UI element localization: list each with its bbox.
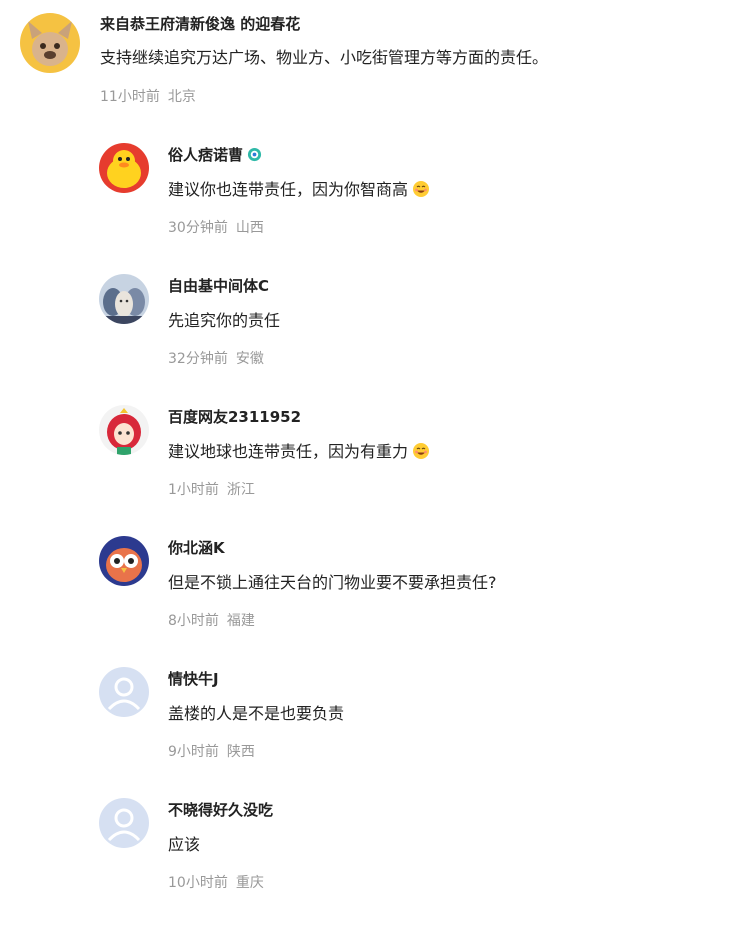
reply-item: 自由基中间体C 先追究你的责任 32分钟前 安徽 (0, 261, 729, 381)
owl-avatar[interactable] (99, 536, 149, 586)
comment-username[interactable]: 自由基中间体C (168, 276, 269, 296)
username-text[interactable]: 俗人痞诺曹 (168, 146, 243, 164)
comment-location: 陕西 (226, 744, 255, 760)
comment-time: 30分钟前 (168, 220, 228, 236)
comment-username[interactable]: 你北涵K (168, 538, 225, 558)
comment-meta: 1小时前 浙江 (168, 480, 255, 500)
comment-text-content: 建议你也连带责任，因为你智商高 (168, 180, 409, 199)
comment-location: 北京 (167, 89, 196, 105)
comment-text-content: 建议地球也连带责任，因为有重力 (168, 442, 409, 461)
comment-location: 重庆 (235, 875, 264, 891)
comment-location: 山西 (235, 220, 264, 236)
top-comment: 来自恭王府清新俊逸 的迎春花 支持继续追究万达广场、物业方、小吃街管理方等方面的… (0, 0, 729, 120)
yellow-duck-avatar[interactable] (99, 143, 149, 193)
comment-text: 应该 (168, 835, 201, 854)
default-user-avatar[interactable] (99, 798, 149, 848)
comment-text: 建议地球也连带责任，因为有重力 (168, 441, 430, 463)
default-user-avatar[interactable] (99, 667, 149, 717)
comment-time: 1小时前 (168, 482, 219, 498)
comment-text: 但是不锁上通往天台的门物业要不要承担责任? (168, 573, 497, 592)
comment-time: 32分钟前 (168, 351, 228, 367)
comment-meta: 30分钟前 山西 (168, 218, 264, 238)
grin-emoji-icon (413, 443, 430, 459)
comment-meta: 10小时前 重庆 (168, 873, 264, 893)
comment-meta: 8小时前 福建 (168, 611, 255, 631)
comment-location: 福建 (226, 613, 255, 629)
comment-meta: 9小时前 陕西 (168, 742, 255, 762)
comment-username[interactable]: 不晓得好久没吃 (168, 800, 273, 820)
comment-username[interactable]: 来自恭王府清新俊逸 的迎春花 (100, 14, 300, 34)
reply-item: 俗人痞诺曹 建议你也连带责任，因为你智商高 30分钟前 山西 (0, 130, 729, 250)
comment-meta: 32分钟前 安徽 (168, 349, 264, 369)
comment-location: 浙江 (226, 482, 255, 498)
comment-username[interactable]: 百度网友2311952 (168, 407, 301, 427)
dog-avatar[interactable] (20, 13, 80, 73)
comment-text: 建议你也连带责任，因为你智商高 (168, 179, 430, 201)
reply-item: 你北涵K 但是不锁上通往天台的门物业要不要承担责任? 8小时前 福建 (0, 523, 729, 643)
comment-text: 盖楼的人是不是也要负责 (168, 704, 345, 723)
grin-emoji-icon (413, 181, 430, 197)
comment-meta: 11小时前 北京 (100, 87, 196, 107)
anime-group-avatar[interactable] (99, 274, 149, 324)
comment-time: 11小时前 (100, 89, 160, 105)
comment-text: 支持继续追究万达广场、物业方、小吃街管理方等方面的责任。 (100, 48, 549, 67)
comment-time: 10小时前 (168, 875, 228, 891)
comment-text: 先追究你的责任 (168, 311, 281, 330)
comment-time: 9小时前 (168, 744, 219, 760)
comment-location: 安徽 (235, 351, 264, 367)
comment-username[interactable]: 情快牛J (168, 669, 219, 689)
verified-badge-icon (247, 147, 262, 162)
reply-item: 情快牛J 盖楼的人是不是也要负责 9小时前 陕西 (0, 654, 729, 774)
reply-item: 百度网友2311952 建议地球也连带责任，因为有重力 1小时前 浙江 (0, 392, 729, 512)
reply-item: 不晓得好久没吃 应该 10小时前 重庆 (0, 785, 729, 905)
red-hair-girl-avatar[interactable] (99, 405, 149, 455)
comment-username[interactable]: 俗人痞诺曹 (168, 145, 262, 165)
comment-time: 8小时前 (168, 613, 219, 629)
